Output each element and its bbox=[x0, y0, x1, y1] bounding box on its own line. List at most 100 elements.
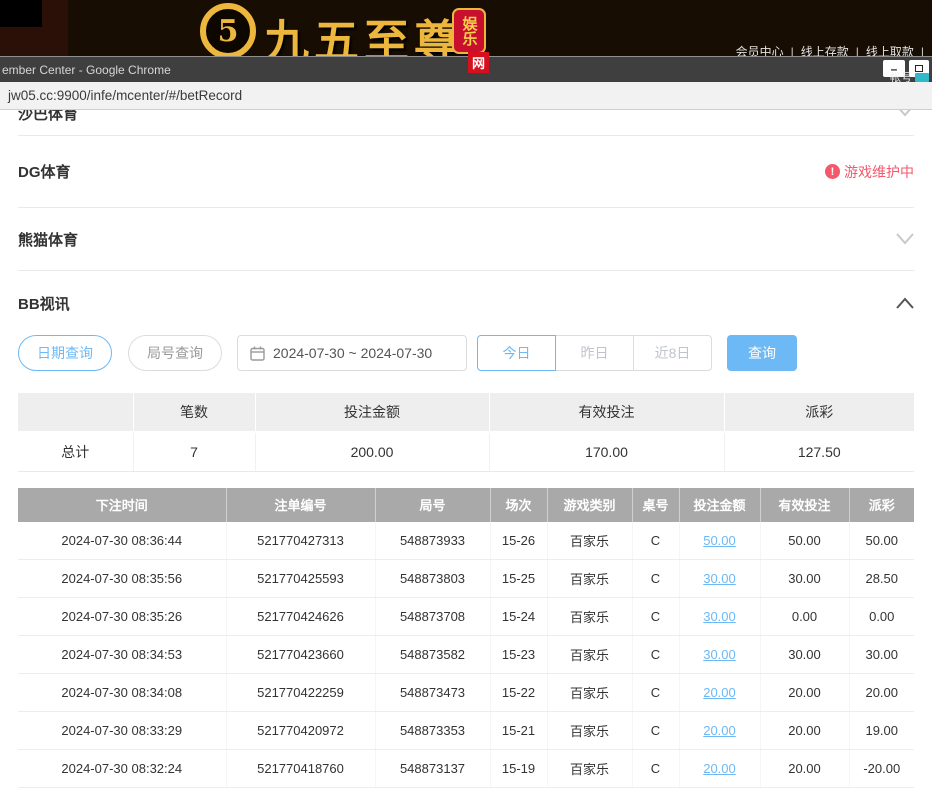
table-cell: 521770423660 bbox=[226, 636, 375, 674]
bet-amount-link[interactable]: 20.00 bbox=[703, 685, 736, 700]
account-label: 帐号 bbox=[890, 69, 912, 85]
table-cell: 548873803 bbox=[375, 560, 490, 598]
accordion-item-dg-sports[interactable]: DG体育 ! 游戏维护中 bbox=[18, 136, 914, 208]
table-row: 2024-07-30 08:35:56521770425593548873803… bbox=[18, 560, 914, 598]
accordion-item-shaba-sports[interactable]: 沙巴体育 bbox=[18, 110, 914, 136]
summary-header-row: 笔数 投注金额 有效投注 派彩 bbox=[18, 393, 914, 432]
alert-icon: ! bbox=[825, 164, 840, 179]
table-cell: 30.00 bbox=[849, 636, 914, 674]
search-button[interactable]: 查询 bbox=[727, 335, 797, 371]
table-cell: 30.00 bbox=[679, 636, 760, 674]
window-title: ember Center - Google Chrome bbox=[2, 63, 171, 77]
table-cell: 28.50 bbox=[849, 560, 914, 598]
table-cell: C bbox=[632, 750, 679, 788]
table-cell: C bbox=[632, 522, 679, 560]
brand-badge-net: 网 bbox=[468, 52, 489, 73]
table-row: 2024-07-30 08:35:26521770424626548873708… bbox=[18, 598, 914, 636]
table-cell: 521770424626 bbox=[226, 598, 375, 636]
table-row: 2024-07-30 08:34:08521770422259548873473… bbox=[18, 674, 914, 712]
table-cell: 548873708 bbox=[375, 598, 490, 636]
table-cell: 百家乐 bbox=[547, 598, 632, 636]
table-cell: 548873473 bbox=[375, 674, 490, 712]
column-header: 桌号 bbox=[632, 488, 679, 522]
table-cell: 15-25 bbox=[490, 560, 547, 598]
table-cell: 15-21 bbox=[490, 712, 547, 750]
background-fragment bbox=[0, 0, 42, 27]
table-cell: 521770427313 bbox=[226, 522, 375, 560]
table-cell: 2024-07-30 08:35:56 bbox=[18, 560, 226, 598]
screen: 5 九五至尊 娱乐 会员中心 | 线上存款 | 线上取款 | 网 ember C… bbox=[0, 0, 932, 805]
bet-amount-link[interactable]: 50.00 bbox=[703, 533, 736, 548]
table-cell: 0.00 bbox=[760, 598, 849, 636]
maintenance-text: 游戏维护中 bbox=[844, 162, 914, 182]
summary-header: 有效投注 bbox=[489, 393, 724, 432]
table-cell: C bbox=[632, 598, 679, 636]
summary-header: 笔数 bbox=[133, 393, 255, 432]
summary-valid-bet: 170.00 bbox=[489, 432, 724, 471]
accordion-item-bb-video[interactable]: BB视讯 bbox=[18, 271, 914, 335]
table-cell: 548873353 bbox=[375, 712, 490, 750]
table-cell: 521770420972 bbox=[226, 712, 375, 750]
table-cell: 15-23 bbox=[490, 636, 547, 674]
brand-badge: 娱乐 bbox=[452, 8, 486, 54]
table-cell: 50.00 bbox=[849, 522, 914, 560]
accordion-label: BB视讯 bbox=[18, 293, 70, 314]
table-cell: 2024-07-30 08:34:53 bbox=[18, 636, 226, 674]
date-query-button[interactable]: 日期查询 bbox=[18, 335, 112, 371]
date-range-picker[interactable]: 2024-07-30 ~ 2024-07-30 bbox=[237, 335, 467, 371]
table-cell: 2024-07-30 08:34:08 bbox=[18, 674, 226, 712]
bet-amount-link[interactable]: 30.00 bbox=[703, 647, 736, 662]
table-cell: 20.00 bbox=[679, 750, 760, 788]
column-header: 下注时间 bbox=[18, 488, 226, 522]
summary-header: 派彩 bbox=[724, 393, 914, 432]
url-text: jw05.cc:9900/infe/mcenter/#/betRecord bbox=[8, 88, 242, 103]
bet-amount-link[interactable]: 20.00 bbox=[703, 761, 736, 776]
summary-total-label: 总计 bbox=[18, 432, 133, 471]
bet-amount-link[interactable]: 30.00 bbox=[703, 609, 736, 624]
table-cell: 20.00 bbox=[760, 674, 849, 712]
table-cell: 百家乐 bbox=[547, 522, 632, 560]
chevron-up-icon bbox=[896, 297, 914, 309]
window-titlebar[interactable]: ember Center - Google Chrome – bbox=[0, 56, 932, 82]
table-cell: 15-26 bbox=[490, 522, 547, 560]
range-tab-group: 今日 昨日 近8日 bbox=[477, 335, 712, 371]
logo-coin-icon: 5 bbox=[200, 3, 256, 59]
accordion-label: 沙巴体育 bbox=[18, 110, 78, 124]
bet-amount-link[interactable]: 20.00 bbox=[703, 723, 736, 738]
accordion-item-panda-sports[interactable]: 熊猫体育 bbox=[18, 208, 914, 271]
table-cell: 15-24 bbox=[490, 598, 547, 636]
column-header: 注单编号 bbox=[226, 488, 375, 522]
tab-yesterday[interactable]: 昨日 bbox=[555, 335, 634, 371]
table-cell: 30.00 bbox=[679, 598, 760, 636]
column-header: 投注金额 bbox=[679, 488, 760, 522]
table-cell: 百家乐 bbox=[547, 560, 632, 598]
round-query-button[interactable]: 局号查询 bbox=[128, 335, 222, 371]
table-cell: 15-19 bbox=[490, 750, 547, 788]
url-bar[interactable]: jw05.cc:9900/infe/mcenter/#/betRecord bbox=[0, 82, 932, 110]
column-header: 有效投注 bbox=[760, 488, 849, 522]
chevron-down-icon bbox=[896, 110, 914, 117]
table-cell: 百家乐 bbox=[547, 636, 632, 674]
table-cell: 521770422259 bbox=[226, 674, 375, 712]
table-row: 2024-07-30 08:34:53521770423660548873582… bbox=[18, 636, 914, 674]
tab-last-8-days[interactable]: 近8日 bbox=[633, 335, 712, 371]
table-cell: 521770425593 bbox=[226, 560, 375, 598]
table-cell: C bbox=[632, 674, 679, 712]
logo-number: 5 bbox=[218, 14, 239, 49]
table-cell: C bbox=[632, 636, 679, 674]
table-cell: 548873933 bbox=[375, 522, 490, 560]
table-cell: 548873137 bbox=[375, 750, 490, 788]
summary-total-row: 总计 7 200.00 170.00 127.50 bbox=[18, 432, 914, 471]
table-row: 2024-07-30 08:33:29521770420972548873353… bbox=[18, 712, 914, 750]
date-range-value: 2024-07-30 ~ 2024-07-30 bbox=[273, 345, 432, 361]
table-cell: 50.00 bbox=[679, 522, 760, 560]
page-content: 沙巴体育 DG体育 ! 游戏维护中 熊猫体育 BB视讯 日期查询 bbox=[0, 110, 932, 805]
table-cell: 2024-07-30 08:33:29 bbox=[18, 712, 226, 750]
table-cell: -20.00 bbox=[849, 750, 914, 788]
column-header: 游戏类别 bbox=[547, 488, 632, 522]
table-cell: 30.00 bbox=[679, 560, 760, 598]
bet-amount-link[interactable]: 30.00 bbox=[703, 571, 736, 586]
summary-header: 投注金额 bbox=[255, 393, 489, 432]
tab-today[interactable]: 今日 bbox=[477, 335, 556, 371]
table-cell: 19.00 bbox=[849, 712, 914, 750]
